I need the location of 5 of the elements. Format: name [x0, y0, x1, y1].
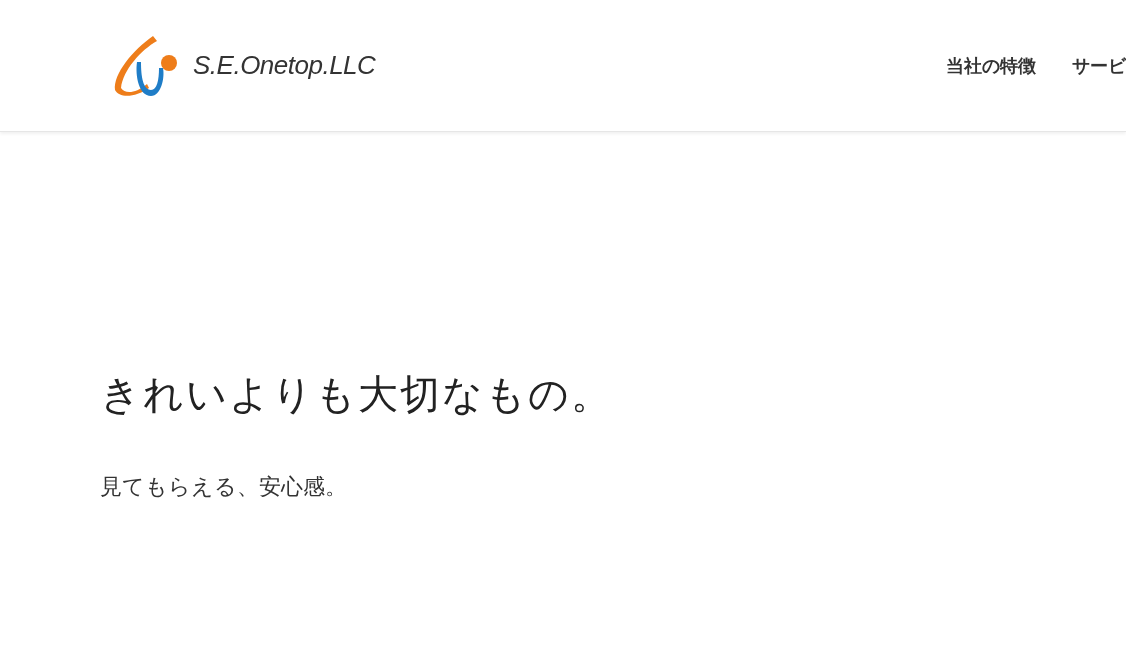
- nav-link[interactable]: サービ: [1072, 53, 1126, 78]
- company-name: S.E.Onetop.LLC: [193, 50, 376, 81]
- hero-title: きれいよりも大切なもの。: [100, 370, 614, 419]
- hero-subtitle: 見てもらえる、安心感。: [100, 473, 348, 501]
- nav-link[interactable]: 当社の特徴: [946, 53, 1036, 78]
